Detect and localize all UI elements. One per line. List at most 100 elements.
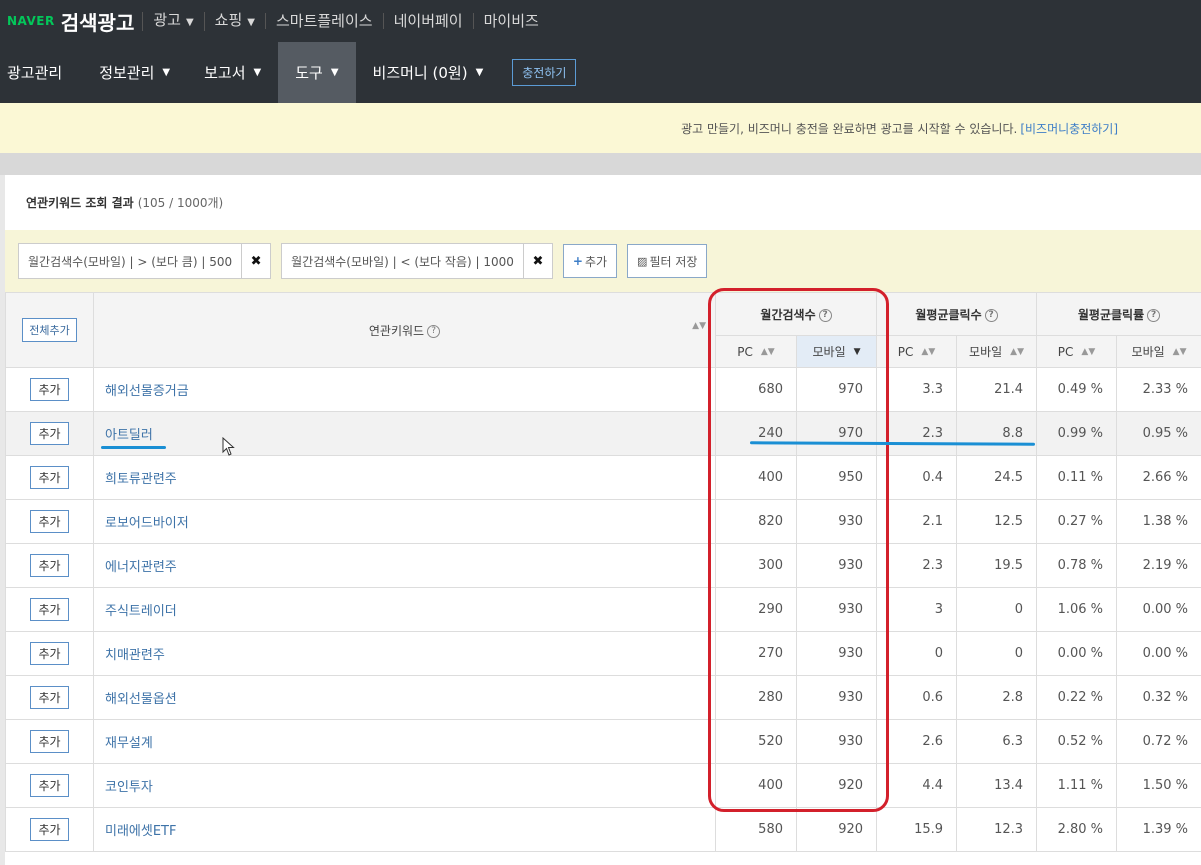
nav-report[interactable]: 보고서 ▼: [187, 42, 278, 103]
ctr-mobile-cell: 0.00 %: [1116, 631, 1201, 676]
keyword-link[interactable]: 로보어드바이저: [105, 516, 189, 531]
filter-chip: 월간검색수(모바일) | < (보다 작음) | 1000 ✖: [281, 243, 553, 279]
naver-logo[interactable]: NAVER: [7, 14, 55, 28]
top-menu-mybiz[interactable]: 마이비즈: [472, 13, 549, 29]
monthly-ctr-header: 월평균클릭률?: [1036, 292, 1201, 336]
ctr-mobile-cell: 0.95 %: [1116, 411, 1201, 456]
highlight-box: [708, 288, 889, 812]
add-keyword-button[interactable]: 추가: [30, 818, 69, 841]
table-row: 추가 주식트레이더 290 930 3 0 1.06 % 0.00 %: [5, 587, 1201, 632]
filter-bar: 월간검색수(모바일) | > (보다 큼) | 500 ✖ 월간검색수(모바일)…: [5, 230, 1201, 292]
main-nav: 광고관리 정보관리 ▼ 보고서 ▼ 도구 ▼ 비즈머니 (0원) ▼ 충전하기: [0, 42, 1201, 103]
table-row: 추가 재무설계 520 930 2.6 6.3 0.52 % 0.72 %: [5, 719, 1201, 764]
all-add-header: 전체추가: [5, 292, 94, 368]
chevron-down-icon: ▼: [253, 67, 262, 78]
help-icon[interactable]: ?: [1147, 308, 1161, 322]
keyword-column-header[interactable]: 연관키워드? ▲▼: [93, 292, 716, 368]
table-row: 추가 미래에셋ETF 580 920 15.9 12.3 2.80 % 1.39 %: [5, 807, 1201, 852]
underline-mark: [101, 446, 166, 449]
charge-button[interactable]: 충전하기: [512, 59, 577, 86]
add-keyword-button[interactable]: 추가: [30, 554, 69, 577]
table-row: 추가 코인투자 400 920 4.4 13.4 1.11 % 1.50 %: [5, 763, 1201, 808]
top-menu-smartplace[interactable]: 스마트플레이스: [264, 13, 383, 29]
keyword-link[interactable]: 주식트레이더: [105, 604, 177, 619]
top-bar: NAVER 검색광고 광고 ▼ 쇼핑 ▼ 스마트플레이스 네이버페이 마이비즈: [0, 0, 1201, 42]
ctr-pc-header[interactable]: PC ▲▼: [1036, 335, 1118, 368]
add-keyword-button[interactable]: 추가: [30, 774, 69, 797]
ctr-mobile-cell: 2.33 %: [1116, 367, 1201, 412]
sort-icon[interactable]: ▲▼: [692, 321, 706, 331]
ctr-pc-cell: 1.06 %: [1036, 587, 1118, 632]
ctr-mobile-cell: 1.50 %: [1116, 763, 1201, 808]
add-filter-button[interactable]: + 추가: [562, 244, 618, 278]
keyword-link[interactable]: 미래에셋ETF: [105, 824, 176, 839]
click-mobile-cell: 0: [956, 631, 1038, 676]
add-all-button[interactable]: 전체추가: [22, 318, 77, 342]
click-mobile-header[interactable]: 모바일 ▲▼: [956, 335, 1038, 368]
ctr-pc-cell: 0.27 %: [1036, 499, 1118, 544]
click-mobile-cell: 6.3: [956, 719, 1038, 764]
chevron-down-icon: ▼: [330, 67, 339, 78]
close-icon[interactable]: ✖: [524, 254, 552, 269]
nav-tools[interactable]: 도구 ▼: [278, 42, 356, 103]
filter-chip-label[interactable]: 월간검색수(모바일) | < (보다 작음) | 1000: [282, 244, 524, 278]
table-row: 추가 에너지관련주 300 930 2.3 19.5 0.78 % 2.19 %: [5, 543, 1201, 588]
click-mobile-cell: 8.8: [956, 411, 1038, 456]
keyword-link[interactable]: 재무설계: [105, 736, 153, 751]
nav-info-manage[interactable]: 정보관리 ▼: [82, 42, 187, 103]
keyword-link[interactable]: 해외선물증거금: [105, 384, 189, 399]
result-header: 연관키워드 조회 결과 (105 / 1000개): [5, 175, 1201, 230]
top-menu-naverpay[interactable]: 네이버페이: [382, 13, 473, 29]
keyword-result-panel: 연관키워드 조회 결과 (105 / 1000개) 월간검색수(모바일) | >…: [5, 175, 1201, 865]
add-keyword-button[interactable]: 추가: [30, 422, 69, 445]
bizmoney-charge-link[interactable]: [비즈머니충전하기]: [1020, 120, 1118, 137]
keyword-link[interactable]: 희토류관련주: [105, 472, 177, 487]
ctr-pc-cell: 0.00 %: [1036, 631, 1118, 676]
close-icon[interactable]: ✖: [242, 254, 270, 269]
ctr-pc-cell: 0.49 %: [1036, 367, 1118, 412]
table-row: 추가 치매관련주 270 930 0 0 0.00 % 0.00 %: [5, 631, 1201, 676]
add-keyword-button[interactable]: 추가: [30, 466, 69, 489]
add-keyword-button[interactable]: 추가: [30, 510, 69, 533]
add-keyword-button[interactable]: 추가: [30, 686, 69, 709]
keyword-link[interactable]: 해외선물옵션: [105, 692, 177, 707]
help-icon[interactable]: ?: [427, 324, 441, 338]
help-icon[interactable]: ?: [984, 308, 998, 322]
table-row: 추가 해외선물증거금 680 970 3.3 21.4 0.49 % 2.33 %: [5, 367, 1201, 412]
sort-icon: ▲▼: [1010, 346, 1024, 357]
result-title: 연관키워드 조회 결과: [26, 196, 134, 210]
result-count: (105 / 1000개): [137, 196, 224, 210]
divider: [0, 153, 1201, 175]
keyword-link[interactable]: 치매관련주: [105, 648, 165, 663]
top-menu-shopping[interactable]: 쇼핑 ▼: [203, 11, 265, 31]
service-title[interactable]: 검색광고: [61, 7, 135, 36]
ctr-mobile-cell: 1.38 %: [1116, 499, 1201, 544]
ctr-pc-cell: 2.80 %: [1036, 807, 1118, 852]
click-mobile-cell: 0: [956, 587, 1038, 632]
keyword-link[interactable]: 코인투자: [105, 780, 153, 795]
ctr-pc-cell: 0.78 %: [1036, 543, 1118, 588]
table-row: 추가 아트딜러 240 970 2.3 8.8 0.99 % 0.95 %: [5, 411, 1201, 456]
add-keyword-button[interactable]: 추가: [30, 730, 69, 753]
nav-ad-manage[interactable]: 광고관리: [0, 42, 82, 103]
add-keyword-button[interactable]: 추가: [30, 642, 69, 665]
save-filter-button[interactable]: ▨ 필터 저장: [627, 244, 708, 278]
ctr-pc-cell: 1.11 %: [1036, 763, 1118, 808]
keyword-link[interactable]: 에너지관련주: [105, 560, 177, 575]
table-row: 추가 로보어드바이저 820 930 2.1 12.5 0.27 % 1.38 %: [5, 499, 1201, 544]
filter-chip-label[interactable]: 월간검색수(모바일) | > (보다 큼) | 500: [19, 244, 243, 278]
add-keyword-button[interactable]: 추가: [30, 598, 69, 621]
search-pc-cell: 580: [715, 807, 797, 852]
table-row: 추가 희토류관련주 400 950 0.4 24.5 0.11 % 2.66 %: [5, 455, 1201, 500]
keyword-link[interactable]: 아트딜러: [105, 428, 153, 443]
nav-bizmoney[interactable]: 비즈머니 (0원) ▼: [356, 42, 501, 103]
ctr-mobile-cell: 0.32 %: [1116, 675, 1201, 720]
click-mobile-cell: 12.5: [956, 499, 1038, 544]
ctr-mobile-header[interactable]: 모바일 ▲▼: [1116, 335, 1201, 368]
add-keyword-button[interactable]: 추가: [30, 378, 69, 401]
ctr-pc-cell: 0.52 %: [1036, 719, 1118, 764]
click-mobile-cell: 24.5: [956, 455, 1038, 500]
top-menu-ad[interactable]: 광고 ▼: [142, 11, 203, 31]
ctr-mobile-cell: 2.66 %: [1116, 455, 1201, 500]
click-mobile-cell: 13.4: [956, 763, 1038, 808]
